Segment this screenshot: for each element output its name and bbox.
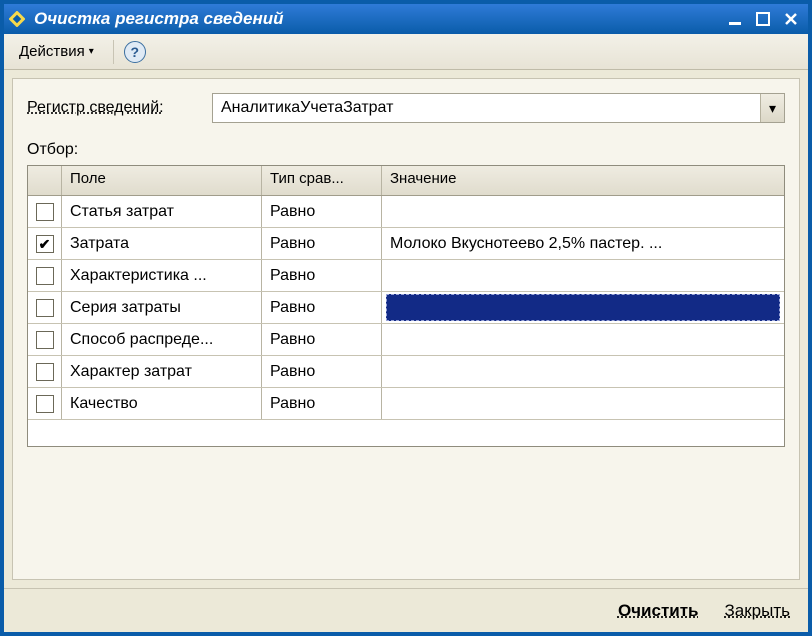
row-check-cell bbox=[28, 196, 62, 227]
table-row[interactable]: Статья затратРавно bbox=[28, 196, 784, 228]
row-compare[interactable]: Равно bbox=[262, 196, 382, 227]
row-checkbox[interactable] bbox=[36, 267, 54, 285]
footer: Очистить Закрыть bbox=[4, 588, 808, 632]
actions-menu-label: Действия bbox=[19, 43, 85, 60]
row-check-cell bbox=[28, 356, 62, 387]
row-compare[interactable]: Равно bbox=[262, 292, 382, 323]
window-buttons bbox=[724, 9, 802, 29]
row-value[interactable] bbox=[382, 356, 784, 387]
toolbar-separator bbox=[113, 40, 114, 64]
selection-highlight bbox=[386, 294, 780, 321]
row-checkbox[interactable] bbox=[36, 363, 54, 381]
row-compare[interactable]: Равно bbox=[262, 324, 382, 355]
clear-button[interactable]: Очистить bbox=[618, 601, 699, 621]
register-dropdown-button[interactable]: ▾ bbox=[760, 94, 784, 122]
header-value[interactable]: Значение bbox=[382, 166, 784, 195]
window-title: Очистка регистра сведений bbox=[34, 9, 724, 29]
close-action[interactable]: Закрыть bbox=[725, 601, 790, 621]
row-compare[interactable]: Равно bbox=[262, 228, 382, 259]
row-compare[interactable]: Равно bbox=[262, 356, 382, 387]
table-row[interactable]: ЗатратаРавноМолоко Вкуснотеево 2,5% паст… bbox=[28, 228, 784, 260]
close-button[interactable] bbox=[780, 9, 802, 29]
help-button[interactable]: ? bbox=[124, 41, 146, 63]
grid-body: Статья затратРавноЗатратаРавноМолоко Вку… bbox=[28, 196, 784, 446]
row-field[interactable]: Серия затраты bbox=[62, 292, 262, 323]
row-check-cell bbox=[28, 388, 62, 419]
header-field[interactable]: Поле bbox=[62, 166, 262, 195]
minimize-button[interactable] bbox=[724, 9, 746, 29]
row-field[interactable]: Затрата bbox=[62, 228, 262, 259]
chevron-down-icon: ▾ bbox=[769, 100, 776, 117]
row-field[interactable]: Статья затрат bbox=[62, 196, 262, 227]
row-value[interactable] bbox=[382, 292, 784, 323]
row-value[interactable] bbox=[382, 388, 784, 419]
actions-menu-button[interactable]: Действия ▾ bbox=[10, 39, 103, 64]
register-label: Регистр сведений: bbox=[27, 99, 212, 117]
filter-label: Отбор: bbox=[27, 141, 785, 159]
row-compare[interactable]: Равно bbox=[262, 388, 382, 419]
row-field[interactable]: Характеристика ... bbox=[62, 260, 262, 291]
table-row[interactable]: Серия затратыРавно bbox=[28, 292, 784, 324]
row-value[interactable] bbox=[382, 260, 784, 291]
table-row[interactable]: КачествоРавно bbox=[28, 388, 784, 420]
row-value[interactable] bbox=[382, 324, 784, 355]
app-icon bbox=[8, 10, 26, 28]
header-compare[interactable]: Тип срав... bbox=[262, 166, 382, 195]
row-check-cell bbox=[28, 292, 62, 323]
row-value[interactable] bbox=[382, 196, 784, 227]
table-row[interactable]: Способ распреде...Равно bbox=[28, 324, 784, 356]
row-check-cell bbox=[28, 228, 62, 259]
row-compare[interactable]: Равно bbox=[262, 260, 382, 291]
chevron-down-icon: ▾ bbox=[89, 46, 94, 57]
row-field[interactable]: Качество bbox=[62, 388, 262, 419]
register-select[interactable]: АналитикаУчетаЗатрат ▾ bbox=[212, 93, 785, 123]
grid-header: Поле Тип срав... Значение bbox=[28, 166, 784, 196]
row-field[interactable]: Характер затрат bbox=[62, 356, 262, 387]
row-checkbox[interactable] bbox=[36, 299, 54, 317]
row-checkbox[interactable] bbox=[36, 203, 54, 221]
header-check bbox=[28, 166, 62, 195]
row-field[interactable]: Способ распреде... bbox=[62, 324, 262, 355]
row-check-cell bbox=[28, 260, 62, 291]
window: Очистка регистра сведений Действия ▾ ? bbox=[0, 0, 812, 636]
row-value[interactable]: Молоко Вкуснотеево 2,5% пастер. ... bbox=[382, 228, 784, 259]
row-check-cell bbox=[28, 324, 62, 355]
maximize-button[interactable] bbox=[752, 9, 774, 29]
register-row: Регистр сведений: АналитикаУчетаЗатрат ▾ bbox=[27, 93, 785, 123]
client-area: Регистр сведений: АналитикаУчетаЗатрат ▾… bbox=[12, 78, 800, 580]
filter-grid: Поле Тип срав... Значение Статья затратР… bbox=[27, 165, 785, 447]
row-checkbox[interactable] bbox=[36, 331, 54, 349]
row-checkbox[interactable] bbox=[36, 235, 54, 253]
register-value: АналитикаУчетаЗатрат bbox=[213, 99, 760, 117]
row-checkbox[interactable] bbox=[36, 395, 54, 413]
toolbar: Действия ▾ ? bbox=[4, 34, 808, 70]
titlebar: Очистка регистра сведений bbox=[4, 4, 808, 34]
table-row[interactable]: Характеристика ...Равно bbox=[28, 260, 784, 292]
table-row[interactable]: Характер затратРавно bbox=[28, 356, 784, 388]
